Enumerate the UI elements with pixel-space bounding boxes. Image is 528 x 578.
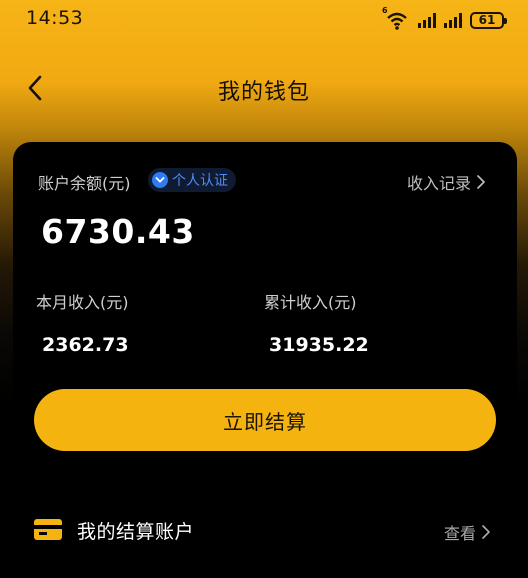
signal-icon: [418, 12, 436, 28]
battery-icon: 61: [470, 11, 507, 29]
chevron-down-badge-icon: [152, 172, 168, 188]
view-link[interactable]: 查看: [444, 520, 492, 544]
battery-level: 61: [478, 12, 496, 27]
settlement-account-title: 我的结算账户: [77, 521, 195, 543]
verify-badge[interactable]: 个人认证: [148, 168, 236, 192]
card-icon: [34, 519, 62, 540]
income-record-link[interactable]: 收入记录: [407, 170, 487, 194]
balance-amount: 6730.43: [41, 212, 195, 251]
signal-icon-2: [444, 12, 462, 28]
settle-now-button[interactable]: 立即结算: [34, 389, 496, 451]
month-income-value: 2362.73: [42, 334, 129, 356]
page-title: 我的钱包: [217, 80, 310, 105]
wifi-icon: 6: [382, 6, 410, 31]
status-time: 14:53: [26, 7, 84, 29]
month-income-label: 本月收入(元): [36, 293, 129, 312]
total-income-value: 31935.22: [269, 334, 369, 356]
status-bar: 14:53 6 61: [0, 0, 528, 40]
chevron-right-icon: [482, 525, 490, 539]
chevron-right-icon: [477, 175, 485, 189]
total-income-label: 累计收入(元): [264, 293, 357, 312]
network-tag: 6: [382, 6, 388, 15]
verify-badge-label: 个人认证: [172, 173, 228, 189]
status-icons: 6 61: [382, 6, 507, 31]
wallet-card: 账户余额(元) 个人认证 收入记录 6730.43 本月收入(元) 2362.7…: [13, 142, 517, 462]
income-record-label: 收入记录: [406, 174, 471, 193]
balance-label: 账户余额(元): [38, 174, 131, 193]
settlement-account-row[interactable]: 我的结算账户 查看: [0, 504, 528, 556]
view-label: 查看: [443, 524, 476, 543]
nav-bar: 我的钱包: [0, 60, 528, 116]
